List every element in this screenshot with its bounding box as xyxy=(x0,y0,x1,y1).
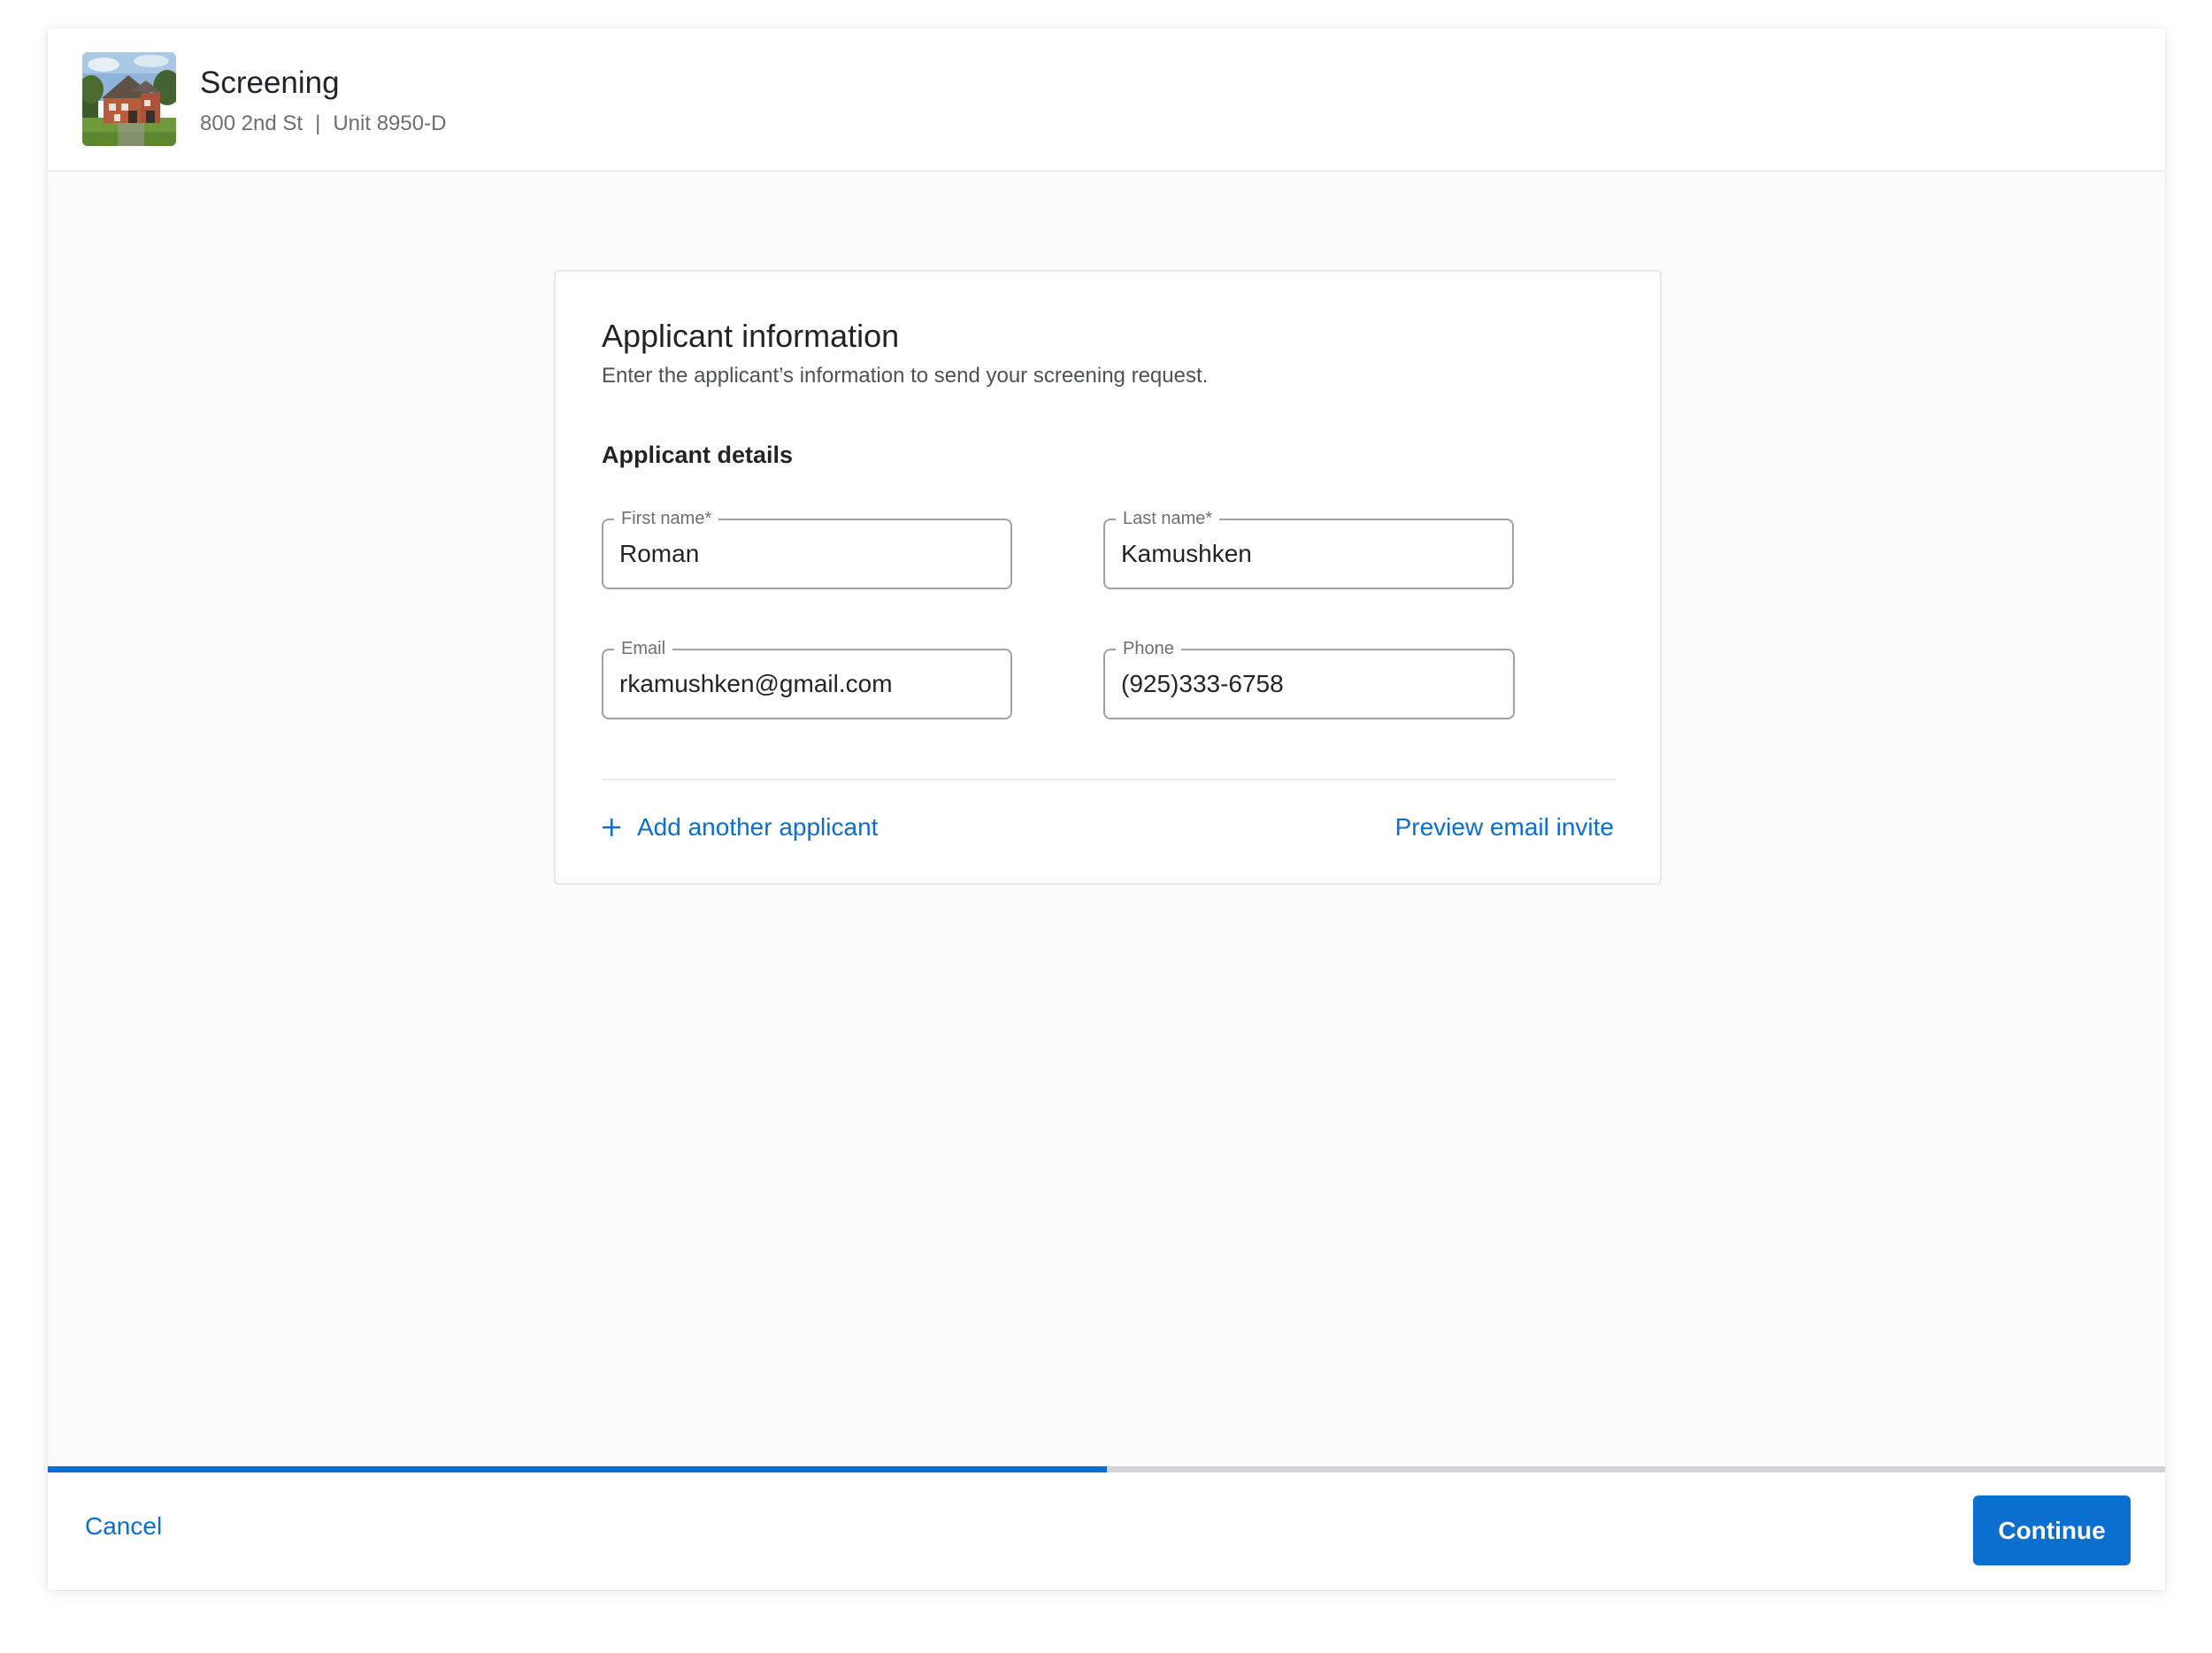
page-footer: Cancel Continue xyxy=(48,1472,2165,1590)
last-name-label: Last name* xyxy=(1116,508,1220,529)
last-name-field[interactable]: Last name* Kamushken xyxy=(1103,508,1514,589)
property-address-line: 800 2nd St | Unit 8950-D xyxy=(200,111,446,136)
card-divider xyxy=(602,779,1616,780)
card-description: Enter the applicant’s information to sen… xyxy=(602,364,1209,388)
add-another-applicant-label: Add another applicant xyxy=(637,813,879,841)
cancel-button[interactable]: Cancel xyxy=(85,1512,162,1541)
email-label: Email xyxy=(614,638,673,659)
email-field[interactable]: Email rkamushken@gmail.com xyxy=(602,638,1012,719)
house-photo-icon xyxy=(82,52,176,146)
first-name-field[interactable]: First name* Roman xyxy=(602,508,1012,589)
address-separator: | xyxy=(315,111,321,135)
add-another-applicant-link[interactable]: Add another applicant xyxy=(602,813,878,842)
card-title: Applicant information xyxy=(602,318,900,354)
page-title: Screening xyxy=(200,65,340,100)
phone-field[interactable]: Phone (925)333-6758 xyxy=(1103,638,1515,719)
property-address: 800 2nd St xyxy=(200,111,303,135)
phone-label: Phone xyxy=(1116,638,1181,659)
first-name-label: First name* xyxy=(614,508,719,529)
plus-icon xyxy=(603,819,620,836)
property-thumbnail xyxy=(82,52,176,146)
email-value[interactable]: rkamushken@gmail.com xyxy=(619,670,893,698)
first-name-value[interactable]: Roman xyxy=(619,540,699,568)
phone-value[interactable]: (925)333-6758 xyxy=(1121,670,1284,698)
last-name-value[interactable]: Kamushken xyxy=(1121,540,1252,568)
applicant-information-card: Applicant information Enter the applican… xyxy=(554,270,1662,885)
applicant-details-heading: Applicant details xyxy=(602,442,794,468)
continue-button[interactable]: Continue xyxy=(1973,1495,2131,1565)
property-unit: Unit 8950-D xyxy=(333,111,447,135)
progress-bar xyxy=(48,1466,2165,1472)
page-header: Screening 800 2nd St | Unit 8950-D xyxy=(48,28,2165,172)
preview-email-invite-link[interactable]: Preview email invite xyxy=(1395,813,1614,842)
screening-window: Screening 800 2nd St | Unit 8950-D Applica… xyxy=(48,28,2165,1590)
progress-bar-fill xyxy=(48,1466,1107,1472)
